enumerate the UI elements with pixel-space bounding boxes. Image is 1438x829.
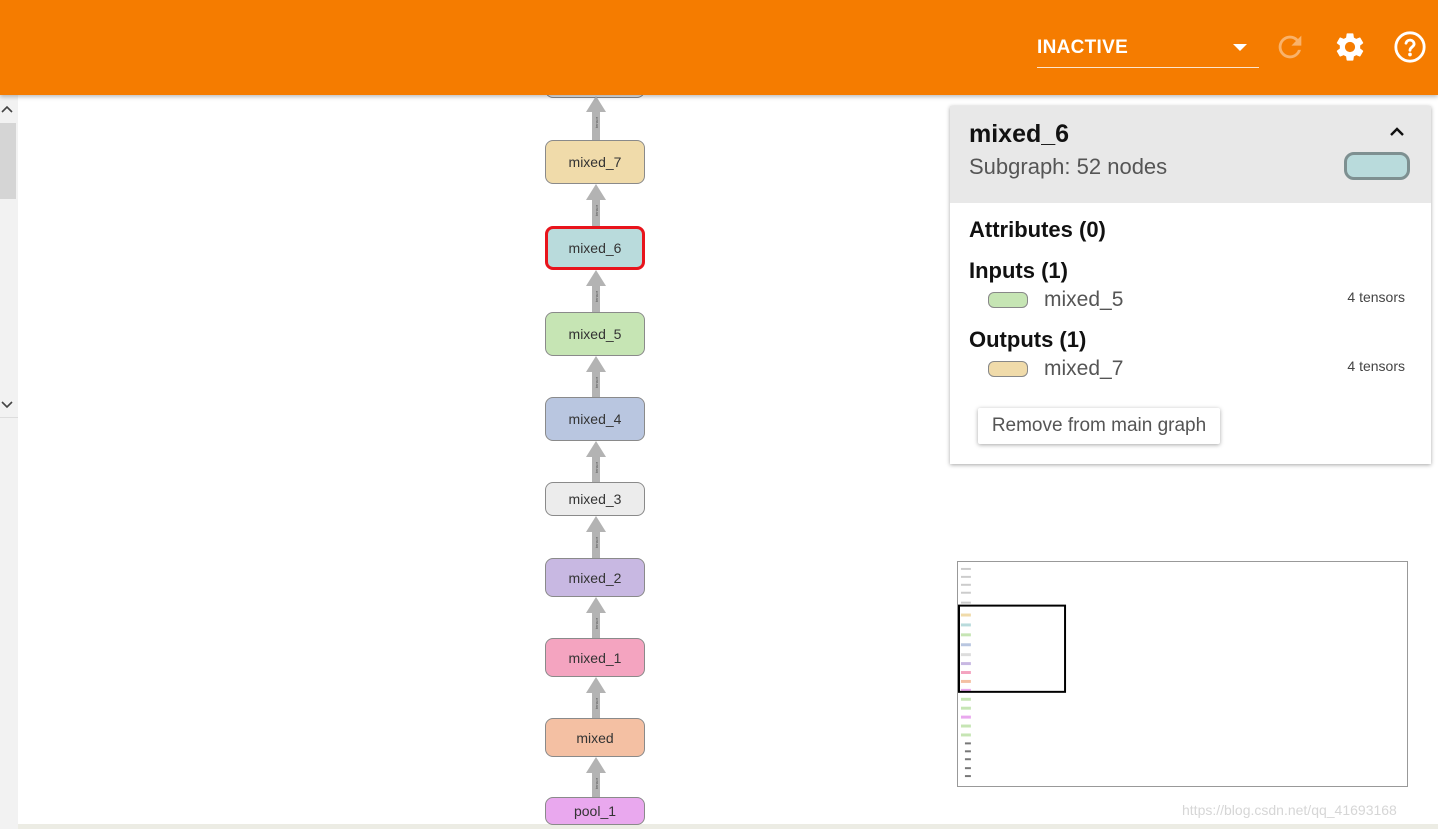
graph-edge-arrow: tensor xyxy=(586,270,606,312)
graph-node-mixed[interactable]: mixed xyxy=(545,718,645,757)
sidebar-scrollbar[interactable] xyxy=(0,123,16,199)
dropdown-arrow-icon xyxy=(1233,44,1247,51)
input-tensor-count: 4 tensors xyxy=(1347,289,1405,305)
minimap-nodes xyxy=(960,567,971,778)
edge-label: tensor xyxy=(594,204,599,216)
refresh-icon[interactable] xyxy=(1273,30,1307,64)
graph-edge-arrow: tensor xyxy=(586,441,606,482)
graph-edge-arrow: tensor xyxy=(586,597,606,638)
edge-label: tensor xyxy=(594,376,599,388)
info-card-header: mixed_6 Subgraph: 52 nodes xyxy=(950,106,1431,203)
edge-label: tensor xyxy=(594,697,599,709)
graph-node-mixed-5[interactable]: mixed_5 xyxy=(545,312,645,356)
outputs-heading: Outputs (1) xyxy=(969,327,1087,352)
watermark: https://blog.csdn.net/qq_41693168 xyxy=(1182,802,1397,818)
bottom-edge xyxy=(18,824,1438,829)
input-node-name[interactable]: mixed_5 xyxy=(1044,288,1123,312)
chevron-up-icon[interactable] xyxy=(0,103,14,117)
run-select[interactable]: INACTIVE xyxy=(1037,30,1259,68)
graph-minimap[interactable] xyxy=(957,561,1408,787)
edge-label: tensor xyxy=(594,536,599,548)
top-header: INACTIVE xyxy=(0,0,1438,95)
graph-node-mixed-7[interactable]: mixed_7 xyxy=(545,140,645,184)
output-tensor-count: 4 tensors xyxy=(1347,358,1405,374)
gear-icon[interactable] xyxy=(1333,30,1367,64)
chevron-up-icon[interactable] xyxy=(1386,124,1408,140)
graph-node-mixed-2[interactable]: mixed_2 xyxy=(545,558,645,597)
graph-edge-arrow: tensor xyxy=(586,96,606,140)
node-info-card: mixed_6 Subgraph: 52 nodes Attributes (0… xyxy=(950,106,1431,464)
edge-label: tensor xyxy=(594,116,599,128)
graph-edge-arrow: tensor xyxy=(586,677,606,718)
graph-edge-arrow: tensor xyxy=(586,516,606,558)
graph-edge-arrow: tensor xyxy=(586,356,606,397)
run-select-value: INACTIVE xyxy=(1037,37,1129,58)
output-node-name[interactable]: mixed_7 xyxy=(1044,357,1123,381)
graph-node-mixed-3[interactable]: mixed_3 xyxy=(545,482,645,516)
graph-node-mixed-6[interactable]: mixed_6 xyxy=(545,226,645,270)
graph-edge-arrow: tensor xyxy=(586,184,606,226)
inputs-heading: Inputs (1) xyxy=(969,258,1068,283)
output-color-swatch xyxy=(988,361,1028,377)
edge-label: tensor xyxy=(594,290,599,302)
graph-node-mixed-4[interactable]: mixed_4 xyxy=(545,397,645,441)
attributes-heading: Attributes (0) xyxy=(969,217,1106,242)
graph-edge-arrow: tensor xyxy=(586,757,606,797)
graph-node-pool-1[interactable]: pool_1 xyxy=(545,797,645,825)
help-icon[interactable] xyxy=(1393,30,1427,64)
minimap-viewport[interactable] xyxy=(958,604,1067,693)
chevron-down-icon[interactable] xyxy=(0,397,14,411)
graph-node-mixed-1[interactable]: mixed_1 xyxy=(545,638,645,677)
edge-label: tensor xyxy=(594,617,599,629)
edge-label: tensor xyxy=(594,461,599,473)
info-card-subtitle: Subgraph: 52 nodes xyxy=(969,154,1168,179)
remove-from-main-graph-button[interactable]: Remove from main graph xyxy=(978,408,1220,444)
edge-label: tensor xyxy=(594,777,599,789)
input-color-swatch xyxy=(988,292,1028,308)
left-sidebar xyxy=(0,95,18,829)
sidebar-divider xyxy=(0,417,18,418)
info-card-title: mixed_6 xyxy=(969,120,1070,148)
node-color-swatch xyxy=(1344,152,1410,180)
